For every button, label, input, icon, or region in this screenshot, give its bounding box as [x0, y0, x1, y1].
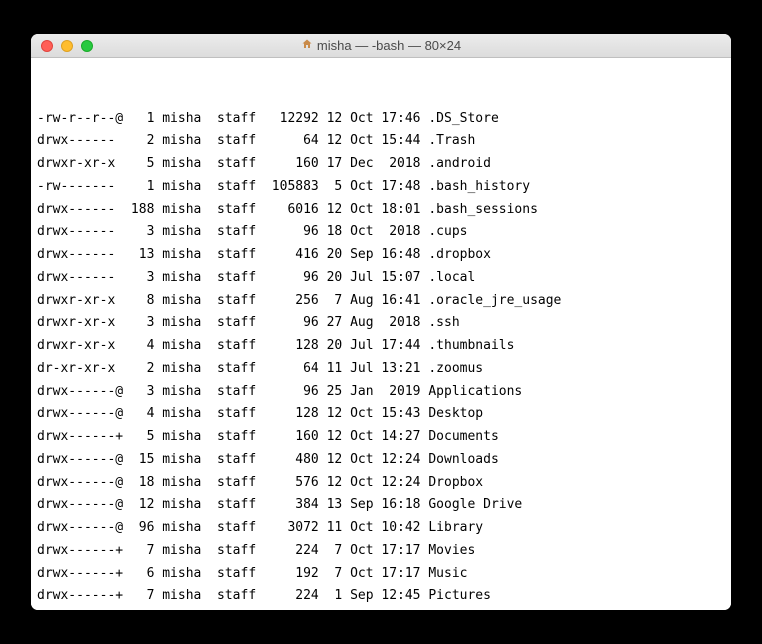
window-titlebar[interactable]: misha — -bash — 80×24 — [31, 34, 731, 58]
listing-row: drwx------ 13 misha staff 416 20 Sep 16:… — [37, 244, 725, 267]
terminal-output[interactable]: -rw-r--r--@ 1 misha staff 12292 12 Oct 1… — [31, 58, 731, 610]
minimize-button[interactable] — [61, 40, 73, 52]
zoom-button[interactable] — [81, 40, 93, 52]
listing-row: drwx------@ 4 misha staff 128 12 Oct 15:… — [37, 403, 725, 426]
listing-row: drwx------@ 96 misha staff 3072 11 Oct 1… — [37, 517, 725, 540]
listing-row: drwx------+ 7 misha staff 224 1 Sep 12:4… — [37, 585, 725, 608]
listing-row: drwxr-xr-x 3 misha staff 96 27 Aug 2018 … — [37, 312, 725, 335]
home-icon — [301, 38, 313, 53]
listing-row: drwx------ 2 misha staff 64 12 Oct 15:44… — [37, 130, 725, 153]
listing-row: drwx------@ 12 misha staff 384 13 Sep 16… — [37, 494, 725, 517]
listing-row: drwx------+ 5 misha staff 160 12 Oct 14:… — [37, 426, 725, 449]
window-title-text: misha — -bash — 80×24 — [317, 38, 461, 53]
listing-row: drwx------ 3 misha staff 96 18 Oct 2018 … — [37, 221, 725, 244]
listing-row: drwx------ 3 misha staff 96 20 Jul 15:07… — [37, 267, 725, 290]
listing-row: drwxr-xr-x 8 misha staff 256 7 Aug 16:41… — [37, 290, 725, 313]
listing-row: drwx------+ 6 misha staff 192 7 Oct 17:1… — [37, 563, 725, 586]
listing-row: drwx------@ 18 misha staff 576 12 Oct 12… — [37, 472, 725, 495]
listing-row: drwx------@ 3 misha staff 96 25 Jan 2019… — [37, 381, 725, 404]
listing-row: -rw------- 1 misha staff 105883 5 Oct 17… — [37, 176, 725, 199]
listing-row: drwxr-xr-x+ 4 misha staff 128 2 Aug 2018… — [37, 608, 725, 610]
traffic-lights — [31, 40, 93, 52]
terminal-window: misha — -bash — 80×24 -rw-r--r--@ 1 mish… — [31, 34, 731, 610]
close-button[interactable] — [41, 40, 53, 52]
listing-row: -rw-r--r--@ 1 misha staff 12292 12 Oct 1… — [37, 108, 725, 131]
listing-row: dr-xr-xr-x 2 misha staff 64 11 Jul 13:21… — [37, 358, 725, 381]
listing-row: drwxr-xr-x 4 misha staff 128 20 Jul 17:4… — [37, 335, 725, 358]
listing-row: drwx------+ 7 misha staff 224 7 Oct 17:1… — [37, 540, 725, 563]
listing-row: drwxr-xr-x 5 misha staff 160 17 Dec 2018… — [37, 153, 725, 176]
listing-row: drwx------@ 15 misha staff 480 12 Oct 12… — [37, 449, 725, 472]
window-title: misha — -bash — 80×24 — [31, 38, 731, 53]
listing-row: drwx------ 188 misha staff 6016 12 Oct 1… — [37, 199, 725, 222]
